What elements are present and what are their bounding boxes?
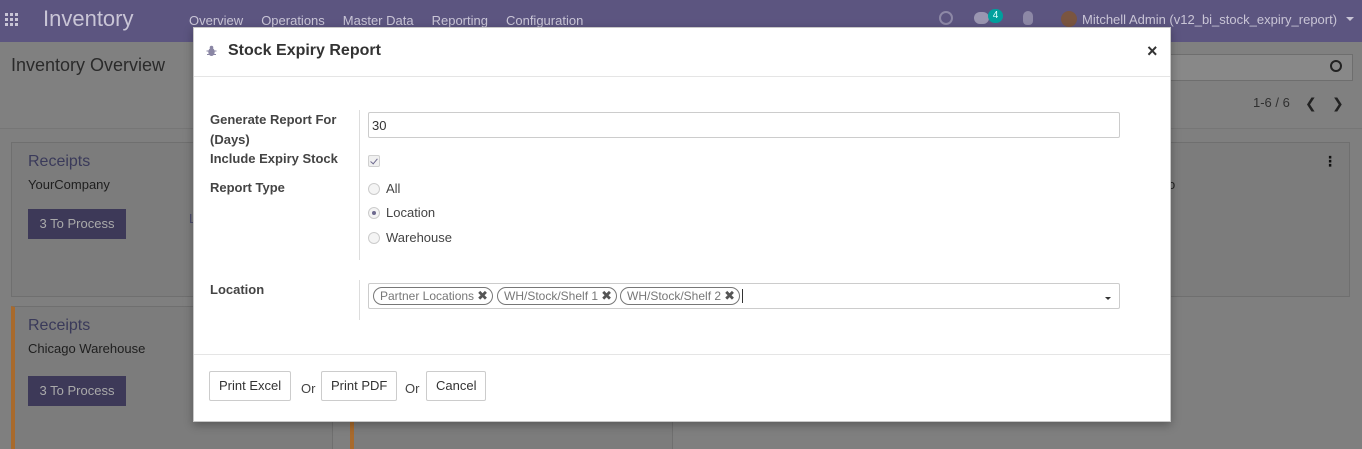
radio-button[interactable] bbox=[368, 207, 380, 219]
or-separator: Or bbox=[405, 381, 420, 396]
app-brand[interactable]: Inventory bbox=[43, 6, 134, 32]
user-caret-icon[interactable] bbox=[1346, 17, 1354, 21]
apps-menu-icon[interactable] bbox=[5, 13, 18, 26]
dialog-footer: Print Excel Or Print PDF Or Cancel bbox=[194, 354, 1170, 421]
dropdown-caret-icon[interactable] bbox=[1105, 297, 1111, 300]
cancel-button[interactable]: Cancel bbox=[426, 371, 487, 401]
remove-tag-icon[interactable]: ✖ bbox=[724, 288, 735, 304]
location-tag: Partner Locations ✖ bbox=[373, 287, 494, 305]
pager-value: 1-6 / 6 bbox=[1253, 95, 1290, 110]
dialog-title: Stock Expiry Report bbox=[228, 42, 381, 59]
report-type-label: Report Type bbox=[210, 180, 285, 195]
pager-next-icon[interactable]: ❯ bbox=[1332, 95, 1344, 112]
field-divider bbox=[359, 110, 360, 260]
search-icon[interactable] bbox=[1330, 60, 1342, 72]
activity-clock-icon[interactable] bbox=[939, 11, 953, 25]
or-separator: Or bbox=[301, 381, 316, 396]
radio-label[interactable]: Location bbox=[386, 204, 435, 222]
menu-item-overview[interactable]: Overview bbox=[189, 13, 243, 28]
menu-item-master-data[interactable]: Master Data bbox=[343, 13, 414, 28]
location-tag: WH/Stock/Shelf 2 ✖ bbox=[620, 287, 741, 305]
tag-label: WH/Stock/Shelf 2 bbox=[627, 289, 722, 303]
search-input[interactable] bbox=[1170, 54, 1353, 81]
menu-item-configuration[interactable]: Configuration bbox=[506, 13, 583, 28]
location-label: Location bbox=[210, 282, 265, 297]
to-process-button[interactable]: 3 To Process bbox=[28, 376, 126, 406]
card-subtitle: YourCompany bbox=[28, 177, 110, 192]
print-pdf-button[interactable]: Print PDF bbox=[321, 371, 398, 401]
chat-count-badge: 4 bbox=[988, 9, 1003, 23]
print-excel-button[interactable]: Print Excel bbox=[209, 371, 292, 401]
to-process-button[interactable]: 3 To Process bbox=[28, 209, 126, 239]
card-menu-icon[interactable]: ⋮ bbox=[1323, 153, 1337, 170]
dialog-header: Stock Expiry Report × bbox=[194, 28, 1170, 77]
radio-label[interactable]: Warehouse bbox=[386, 229, 452, 247]
radio-label[interactable]: All bbox=[386, 180, 400, 198]
days-input[interactable] bbox=[368, 112, 1120, 138]
main-menu: Overview Operations Master Data Reportin… bbox=[189, 13, 601, 28]
bug-icon bbox=[206, 45, 217, 56]
chat-icon[interactable] bbox=[974, 12, 989, 24]
close-icon[interactable]: × bbox=[1147, 41, 1158, 62]
stock-expiry-dialog: Stock Expiry Report × Generate Report Fo… bbox=[193, 27, 1171, 422]
page-title: Inventory Overview bbox=[11, 55, 166, 75]
include-expiry-label: Include Expiry Stock bbox=[210, 151, 338, 166]
days-label: Generate Report For (Days) bbox=[210, 112, 337, 147]
text-cursor bbox=[742, 289, 743, 303]
menu-item-reporting[interactable]: Reporting bbox=[432, 13, 488, 28]
remove-tag-icon[interactable]: ✖ bbox=[477, 288, 488, 304]
location-tag: WH/Stock/Shelf 1 ✖ bbox=[497, 287, 618, 305]
field-divider bbox=[359, 280, 360, 320]
pager-prev-icon[interactable]: ❮ bbox=[1305, 95, 1317, 112]
card-title[interactable]: Receipts bbox=[28, 317, 90, 335]
user-avatar[interactable] bbox=[1061, 11, 1077, 27]
card-subtitle: Chicago Warehouse bbox=[28, 341, 146, 356]
remove-tag-icon[interactable]: ✖ bbox=[601, 288, 612, 304]
debug-bug-icon[interactable] bbox=[1023, 11, 1033, 25]
radio-button[interactable] bbox=[368, 232, 380, 244]
tag-label: WH/Stock/Shelf 1 bbox=[504, 289, 599, 303]
card-title[interactable]: Receipts bbox=[28, 153, 90, 171]
user-menu[interactable]: Mitchell Admin (v12_bi_stock_expiry_repo… bbox=[1082, 12, 1337, 27]
location-many2many-input[interactable]: Partner Locations ✖ WH/Stock/Shelf 1 ✖ W… bbox=[368, 283, 1120, 309]
tag-label: Partner Locations bbox=[380, 289, 475, 303]
include-expiry-checkbox[interactable] bbox=[368, 155, 380, 167]
menu-item-operations[interactable]: Operations bbox=[261, 13, 325, 28]
radio-button[interactable] bbox=[368, 183, 380, 195]
